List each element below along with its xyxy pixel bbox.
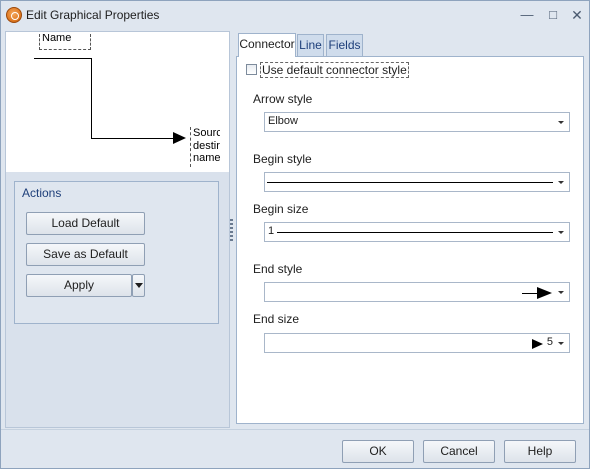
- arrow-style-select[interactable]: Elbow: [264, 112, 570, 132]
- pane-splitter-handle[interactable]: [230, 219, 233, 241]
- window-title: Edit Graphical Properties: [26, 8, 160, 22]
- chevron-down-icon: [558, 342, 564, 345]
- apply-dropdown-button[interactable]: [132, 274, 145, 297]
- chevron-down-icon: [134, 283, 143, 289]
- chevron-down-icon: [558, 291, 564, 294]
- actions-group-title: Actions: [22, 186, 62, 200]
- tab-fields[interactable]: Fields: [326, 34, 363, 56]
- app-logo-icon: [6, 7, 22, 23]
- tab-connector[interactable]: Connector: [238, 33, 296, 57]
- end-size-label: End size: [253, 312, 300, 326]
- arrow-style-label: Arrow style: [253, 92, 313, 106]
- preview-destination-node: Sourc destir name: [190, 127, 220, 167]
- begin-size-value: 1: [268, 225, 275, 237]
- begin-size-line-preview: [277, 232, 553, 233]
- chevron-down-icon: [558, 121, 564, 124]
- right-pane: Connector Line Fields Use default connec…: [234, 31, 587, 428]
- end-style-arrow-icon: [522, 287, 552, 299]
- preview-connector-segment: [91, 58, 92, 138]
- connector-tab-panel: Use default connector style Arrow style …: [236, 56, 584, 424]
- maximize-button[interactable]: □: [544, 6, 562, 24]
- chevron-down-icon: [558, 231, 564, 234]
- title-bar: Edit Graphical Properties — □ ✕: [1, 1, 589, 29]
- end-size-value: 5: [546, 336, 553, 348]
- use-default-connector-style-checkbox[interactable]: [246, 64, 257, 75]
- dialog-footer: OK Cancel Help: [1, 429, 589, 468]
- preview-connector-segment: [34, 58, 91, 59]
- arrow-style-value: Elbow: [268, 115, 298, 127]
- preview-arrow-head-icon: [173, 132, 186, 144]
- end-size-arrow-icon: [532, 339, 543, 349]
- begin-style-label: Begin style: [253, 152, 312, 166]
- help-button[interactable]: Help: [504, 440, 576, 463]
- begin-size-select[interactable]: 1: [264, 222, 570, 242]
- load-default-button[interactable]: Load Default: [26, 212, 145, 235]
- begin-style-line-preview: [267, 182, 553, 183]
- end-style-select[interactable]: [264, 282, 570, 302]
- end-style-label: End style: [253, 262, 303, 276]
- preview-source-node: Name: [39, 34, 91, 50]
- use-default-connector-style-label[interactable]: Use default connector style: [260, 62, 409, 78]
- edit-graphical-properties-dialog: Edit Graphical Properties — □ ✕ Name Sou…: [0, 0, 590, 469]
- end-size-select[interactable]: 5: [264, 333, 570, 353]
- left-pane: Name Sourc destir name Actions Load Defa…: [5, 31, 230, 428]
- chevron-down-icon: [558, 181, 564, 184]
- connector-preview: Name Sourc destir name: [6, 32, 229, 172]
- begin-size-label: Begin size: [253, 202, 309, 216]
- cancel-button[interactable]: Cancel: [423, 440, 495, 463]
- minimize-button[interactable]: —: [518, 6, 536, 24]
- actions-group: Actions Load Default Save as Default App…: [14, 181, 219, 324]
- preview-connector-segment: [91, 138, 174, 139]
- close-button[interactable]: ✕: [568, 6, 586, 24]
- begin-style-select[interactable]: [264, 172, 570, 192]
- apply-button[interactable]: Apply: [26, 274, 132, 297]
- tab-line[interactable]: Line: [297, 34, 324, 56]
- save-as-default-button[interactable]: Save as Default: [26, 243, 145, 266]
- ok-button[interactable]: OK: [342, 440, 414, 463]
